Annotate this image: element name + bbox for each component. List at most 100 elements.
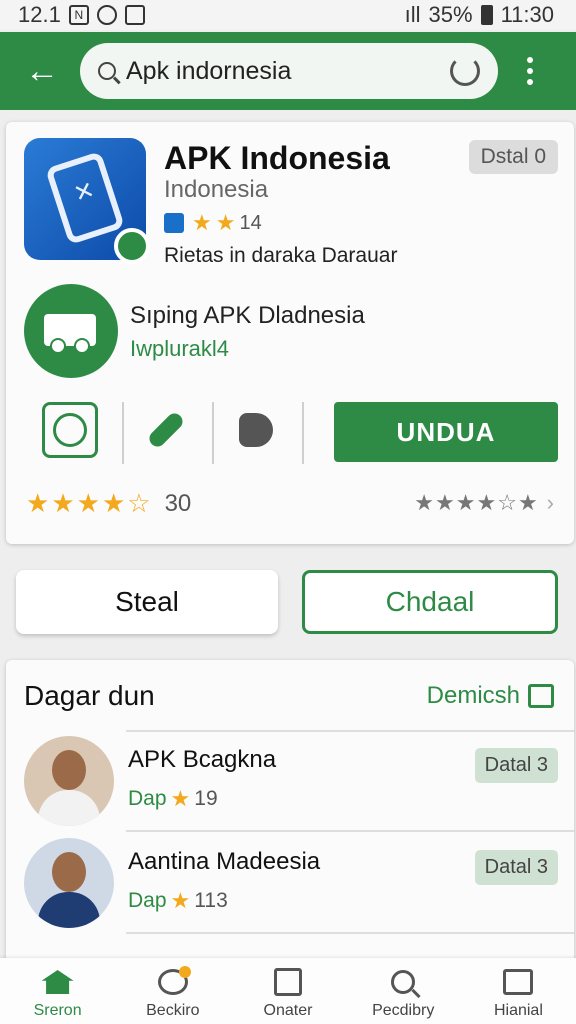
back-button[interactable]: ← (14, 43, 70, 99)
nav-label: Beckiro (146, 1002, 200, 1019)
more-dot-icon (527, 68, 533, 74)
verified-badge-icon (114, 228, 150, 264)
signal-icon: ıll (404, 2, 421, 27)
list-item-chip[interactable]: Datal 3 (474, 850, 558, 885)
star-icon: ★ (101, 488, 126, 518)
sync-icon (96, 5, 117, 25)
actions-row: UNDUA (6, 396, 574, 466)
star-outline-icon: ☆ (497, 490, 517, 515)
pin-icon[interactable] (138, 402, 194, 458)
more-options-button[interactable] (510, 43, 550, 99)
box-icon (501, 966, 535, 998)
phone-icon (45, 150, 125, 246)
avatar (24, 838, 114, 928)
nav-label: Sreron (33, 1002, 82, 1019)
app-description: Rietas in daraka Darauar (164, 244, 398, 267)
list-item-meta: Dap ★ 19 (128, 786, 218, 812)
secondary-rating-stars[interactable]: ★ ★ ★ ★ ☆ ★ › (414, 490, 554, 516)
calendar-icon (271, 966, 305, 998)
star-icon: ★ (455, 490, 476, 515)
map-icon[interactable] (42, 402, 98, 458)
list-item-meta-count: 19 (194, 787, 218, 810)
truck-icon (24, 284, 118, 378)
divider (122, 402, 124, 464)
star-icon: ★ (414, 490, 434, 515)
star-icon: ★ (435, 490, 455, 515)
status-left-text: 12.1 (18, 2, 61, 27)
rating-number: 30 (164, 489, 192, 517)
clock: 11:30 (500, 2, 554, 27)
list-item-title: APK Bcagkna (128, 746, 277, 773)
nav-label: Onater (263, 1002, 313, 1019)
chat-icon (156, 966, 191, 998)
search-icon (386, 966, 420, 998)
nav-label: Hianial (493, 1002, 543, 1019)
avatar-face (52, 750, 86, 790)
star-icon: ★ (170, 888, 191, 913)
back-arrow-icon: ← (25, 51, 59, 90)
list-item-chip[interactable]: Datal 3 (474, 748, 558, 783)
divider (212, 402, 214, 464)
list-item-meta-prefix: Dap (128, 889, 167, 912)
list-link[interactable]: Demicsh (427, 682, 554, 710)
category-badge-icon (164, 213, 184, 233)
bottom-nav: Sreron Beckiro Onater Pecdibry Hianial (0, 958, 576, 1024)
star-icon: ★ (192, 210, 212, 235)
home-icon (41, 966, 75, 998)
rating-stars: ★ ★ ★ ★ ☆ 30 (26, 488, 191, 519)
star-icon: ★ (517, 490, 538, 515)
star-icon: ★ (51, 488, 75, 518)
list-item-meta-count: 113 (194, 889, 228, 912)
app-rating-row: ★ ★ 14 (164, 210, 262, 236)
chdaal-button[interactable]: Chdaal (302, 570, 558, 634)
search-input[interactable]: Apk indornesia (80, 43, 498, 99)
battery-percent: 35% (428, 2, 473, 27)
more-dot-icon (527, 79, 533, 85)
avatar-body (38, 892, 100, 928)
list-item-meta: Dap ★ 113 (128, 888, 228, 914)
battery-icon (480, 5, 493, 25)
truck-shape (44, 314, 96, 354)
feature-title: Sıping APK Dladnesia (130, 302, 365, 329)
nav-item-calendar[interactable]: Onater (230, 958, 345, 1024)
more-dot-icon (527, 57, 533, 63)
list-link-label: Demicsh (426, 682, 520, 709)
nav-label: Pecdibry (372, 1002, 435, 1019)
list-card: Dagar dun Demicsh APK Bcagkna Dap ★ 19 D… (6, 660, 574, 970)
nav-item-box[interactable]: Hianial (461, 958, 576, 1024)
list-item[interactable]: APK Bcagkna Dap ★ 19 Datal 3 (6, 732, 574, 832)
status-right: ıll 35% 11:30 (405, 2, 554, 28)
edit-icon (528, 684, 554, 708)
list-item-meta-prefix: Dap (128, 787, 167, 810)
nav-item-search[interactable]: Pecdibry (346, 958, 461, 1024)
half-star-icon: ★ (215, 210, 236, 235)
refresh-icon[interactable] (450, 56, 480, 86)
star-icon: ★ (26, 488, 50, 518)
users-icon[interactable] (228, 402, 284, 458)
divider (302, 402, 304, 464)
avatar-face (52, 852, 86, 892)
nav-item-home[interactable]: Sreron (0, 958, 115, 1024)
list-item[interactable]: Aantina Madeesia Dap ★ 113 Datal 3 (6, 834, 574, 934)
list-item-title: Aantina Madeesia (128, 848, 321, 875)
star-icon: ★ (76, 488, 100, 518)
search-icon (98, 62, 116, 80)
nav-item-chat[interactable]: Beckiro (115, 958, 230, 1024)
divider (126, 830, 574, 832)
app-logo-icon (24, 138, 150, 264)
status-left: 12.1 N (18, 2, 145, 28)
steal-button[interactable]: Steal (16, 570, 278, 634)
notification-icon: N (68, 5, 89, 25)
avatar-body (38, 790, 100, 826)
image-icon (124, 5, 145, 25)
app-detail-card: APK Indonesia Indonesia Dstal 0 ★ ★ 14 R… (6, 122, 574, 544)
detail-chip[interactable]: Dstal 0 (468, 140, 558, 174)
divider (126, 932, 574, 934)
feature-subtitle[interactable]: Iwplurakl4 (130, 336, 229, 362)
download-button[interactable]: UNDUA (334, 402, 558, 462)
status-bar: 12.1 N ıll 35% 11:30 (0, 0, 576, 30)
star-icon: ★ (170, 786, 191, 811)
search-query: Apk indornesia (126, 56, 292, 85)
avatar (24, 736, 114, 826)
app-subtitle: Indonesia (164, 176, 269, 203)
